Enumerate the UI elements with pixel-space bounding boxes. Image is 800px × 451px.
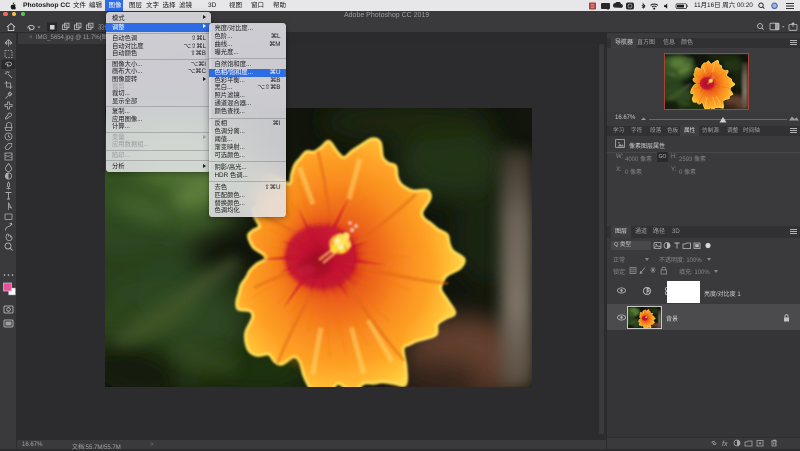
svg-text:fx: fx	[722, 441, 728, 447]
